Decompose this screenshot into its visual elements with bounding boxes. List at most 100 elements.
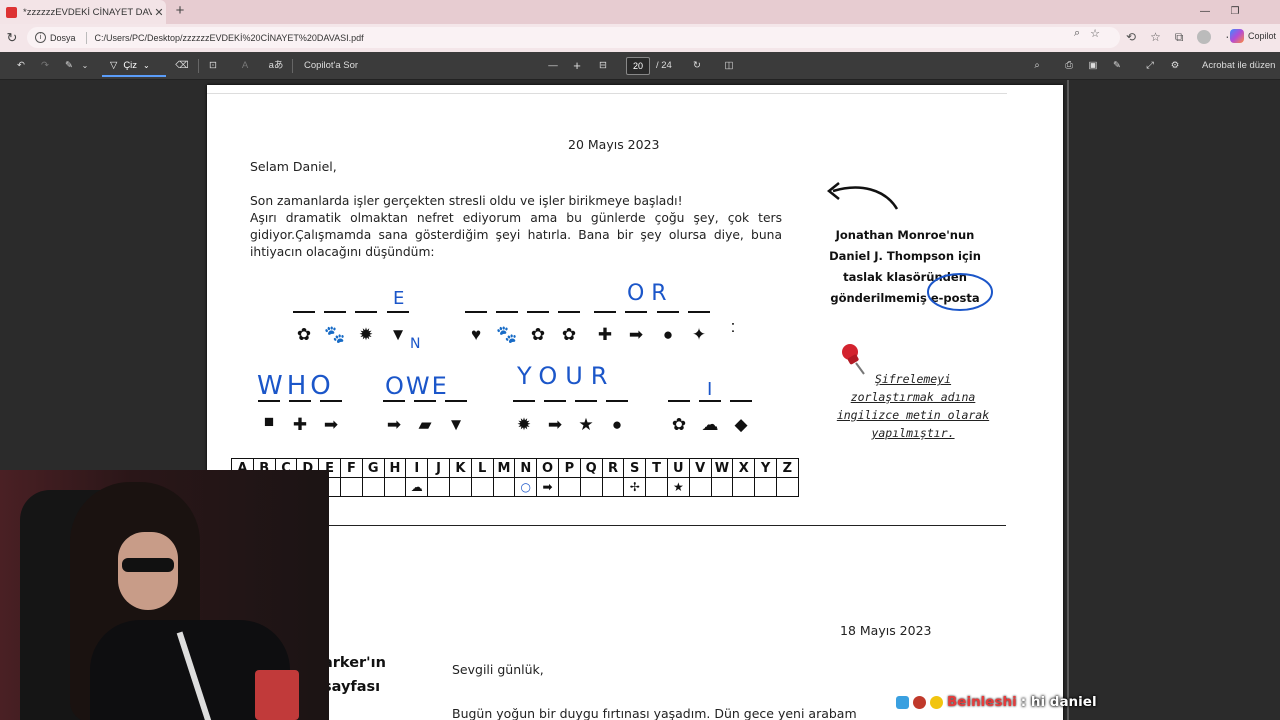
section-divider <box>329 525 1006 526</box>
cipher-symbol: ✚ <box>597 325 613 344</box>
letter-slot <box>513 400 535 402</box>
redo-icon[interactable]: ↷ <box>38 58 52 74</box>
extensions-icon[interactable]: ⟲ <box>1126 30 1136 45</box>
key-cell <box>645 477 668 497</box>
zoom-in-icon[interactable]: + <box>570 58 584 74</box>
draw-tool-button[interactable]: ▽ Çiz ⌄ <box>102 55 166 77</box>
url-actions: ⌕ ☆ <box>1074 27 1100 40</box>
scrollbar[interactable] <box>1067 80 1069 720</box>
letter-slot <box>594 311 616 313</box>
alphabet-cell: G <box>361 458 385 478</box>
top-rule <box>207 93 1007 94</box>
save-icon[interactable]: ▣ <box>1086 58 1100 74</box>
paragraph-1: Son zamanlarda işler gerçekten stresli o… <box>250 194 683 208</box>
diary-paragraph: Bugün yoğun bir duygu fırtınası yaşadım.… <box>452 706 857 720</box>
letter-slot <box>730 400 752 402</box>
chevron-down-icon[interactable]: ⌄ <box>80 58 90 74</box>
refresh-icon[interactable]: ↻ <box>4 30 20 46</box>
badge-icon <box>930 695 943 709</box>
close-tab-icon[interactable]: ✕ <box>152 6 166 19</box>
letter-slot <box>387 311 409 313</box>
chat-message: Beinleshi : hi daniel <box>896 694 1097 710</box>
read-aloud-icon[interactable]: A <box>238 58 252 74</box>
copilot-label: Copilot <box>1248 31 1277 41</box>
cipher-symbol: ▼ <box>389 325 407 344</box>
sunglasses <box>122 558 174 572</box>
draw-label: Çiz <box>123 59 138 71</box>
copilot-icon <box>1230 29 1244 43</box>
letter-slot <box>575 400 597 402</box>
window-controls: — ❐ <box>1190 0 1280 24</box>
key-cell: ➡ <box>536 477 559 497</box>
chat-username: Beinleshi <box>947 694 1017 710</box>
browser-tab[interactable]: *zzzzzzEVDEKİ CİNAYET DAVASI.p ✕ <box>0 0 166 24</box>
key-cell <box>775 477 799 497</box>
fullscreen-icon[interactable]: ⤢ <box>1143 58 1157 74</box>
letter-slot <box>383 400 405 402</box>
arrow-icon <box>826 182 899 210</box>
alphabet-cell: T <box>645 458 668 478</box>
cipher-symbol: ● <box>611 415 623 434</box>
url-input[interactable]: i Dosya C:/Users/PC/Desktop/zzzzzzEVDEKİ%… <box>27 27 1120 48</box>
handwritten-letter: N <box>410 336 421 352</box>
cipher-symbol: ✿ <box>671 415 687 434</box>
tab-bar: *zzzzzzEVDEKİ CİNAYET DAVASI.p ✕ + — ❐ <box>0 0 1280 24</box>
eraser-icon[interactable]: ⌫ <box>175 58 189 74</box>
letter-slot <box>414 400 436 402</box>
cipher-symbol: ✿ <box>530 325 546 344</box>
cipher-symbol: ➡ <box>628 325 644 344</box>
page-number-input[interactable]: 20 <box>626 57 650 75</box>
key-cell: ★ <box>666 477 690 497</box>
fit-page-icon[interactable]: ⊟ <box>596 58 610 74</box>
key-cell <box>579 477 603 497</box>
collections-icon[interactable]: ⧉ <box>1175 30 1184 45</box>
print-icon[interactable]: ⎙ <box>1062 58 1076 74</box>
key-cell <box>427 477 450 497</box>
key-cell <box>339 477 363 497</box>
undo-icon[interactable]: ↶ <box>14 58 28 74</box>
key-cell <box>361 477 385 497</box>
letter-slot <box>324 311 346 313</box>
search-icon[interactable]: ⌕ <box>1030 58 1044 74</box>
rotate-icon[interactable]: ↻ <box>690 58 704 74</box>
minimize-icon[interactable]: — <box>1190 0 1220 24</box>
close-window-icon[interactable] <box>1250 0 1280 24</box>
profile-avatar[interactable] <box>1197 30 1212 44</box>
divider <box>292 59 293 73</box>
new-tab-button[interactable]: + <box>172 3 188 19</box>
handwritten-word: WHO <box>257 371 335 401</box>
side-title-line: sayfası <box>323 679 381 695</box>
hint-line: yapılmıştır. <box>871 426 955 440</box>
zoom-out-icon[interactable]: — <box>546 58 560 74</box>
letter-date: 20 Mayıs 2023 <box>568 137 660 152</box>
alphabet-cell: N <box>514 458 538 478</box>
copilot-button[interactable]: Copilot <box>1230 29 1276 43</box>
key-cell <box>470 477 494 497</box>
favorite-star-icon[interactable]: ☆ <box>1090 27 1100 40</box>
acrobat-button[interactable]: Acrobat ile düzen <box>1202 58 1275 74</box>
highlight-icon[interactable]: ✎ <box>62 58 76 74</box>
favorites-icon[interactable]: ☆ <box>1150 30 1161 45</box>
gear-icon[interactable]: ⚙ <box>1168 58 1182 74</box>
translate-icon[interactable]: aあ <box>268 58 284 74</box>
chevron-down-icon: ⌄ <box>143 60 150 70</box>
hint-line: Şifrelemeyi <box>874 372 952 386</box>
key-cell <box>754 477 777 497</box>
alphabet-cell: O <box>536 458 559 478</box>
cipher-symbol: ▼ <box>447 415 465 434</box>
side-note-line: Jonathan Monroe'nun <box>835 228 975 242</box>
text-box-icon[interactable]: ⊡ <box>206 58 220 74</box>
site-info-button[interactable]: i Dosya <box>35 32 76 43</box>
cipher-symbol: ✿ <box>561 325 577 344</box>
page-view-icon[interactable]: ◫ <box>722 58 736 74</box>
key-cell <box>601 477 625 497</box>
copilot-ask-button[interactable]: Copilot'a Sor <box>304 58 358 74</box>
address-bar: ↻ i Dosya C:/Users/PC/Desktop/zzzzzzEVDEK… <box>0 24 1280 52</box>
save-as-icon[interactable]: ✎ <box>1110 58 1124 74</box>
key-cell: ✢ <box>623 477 647 497</box>
alphabet-cell: P <box>557 458 581 478</box>
key-cell <box>383 477 407 497</box>
zoom-icon[interactable]: ⌕ <box>1074 27 1080 40</box>
maximize-icon[interactable]: ❐ <box>1220 0 1250 24</box>
alphabet-cell: Z <box>775 458 799 478</box>
